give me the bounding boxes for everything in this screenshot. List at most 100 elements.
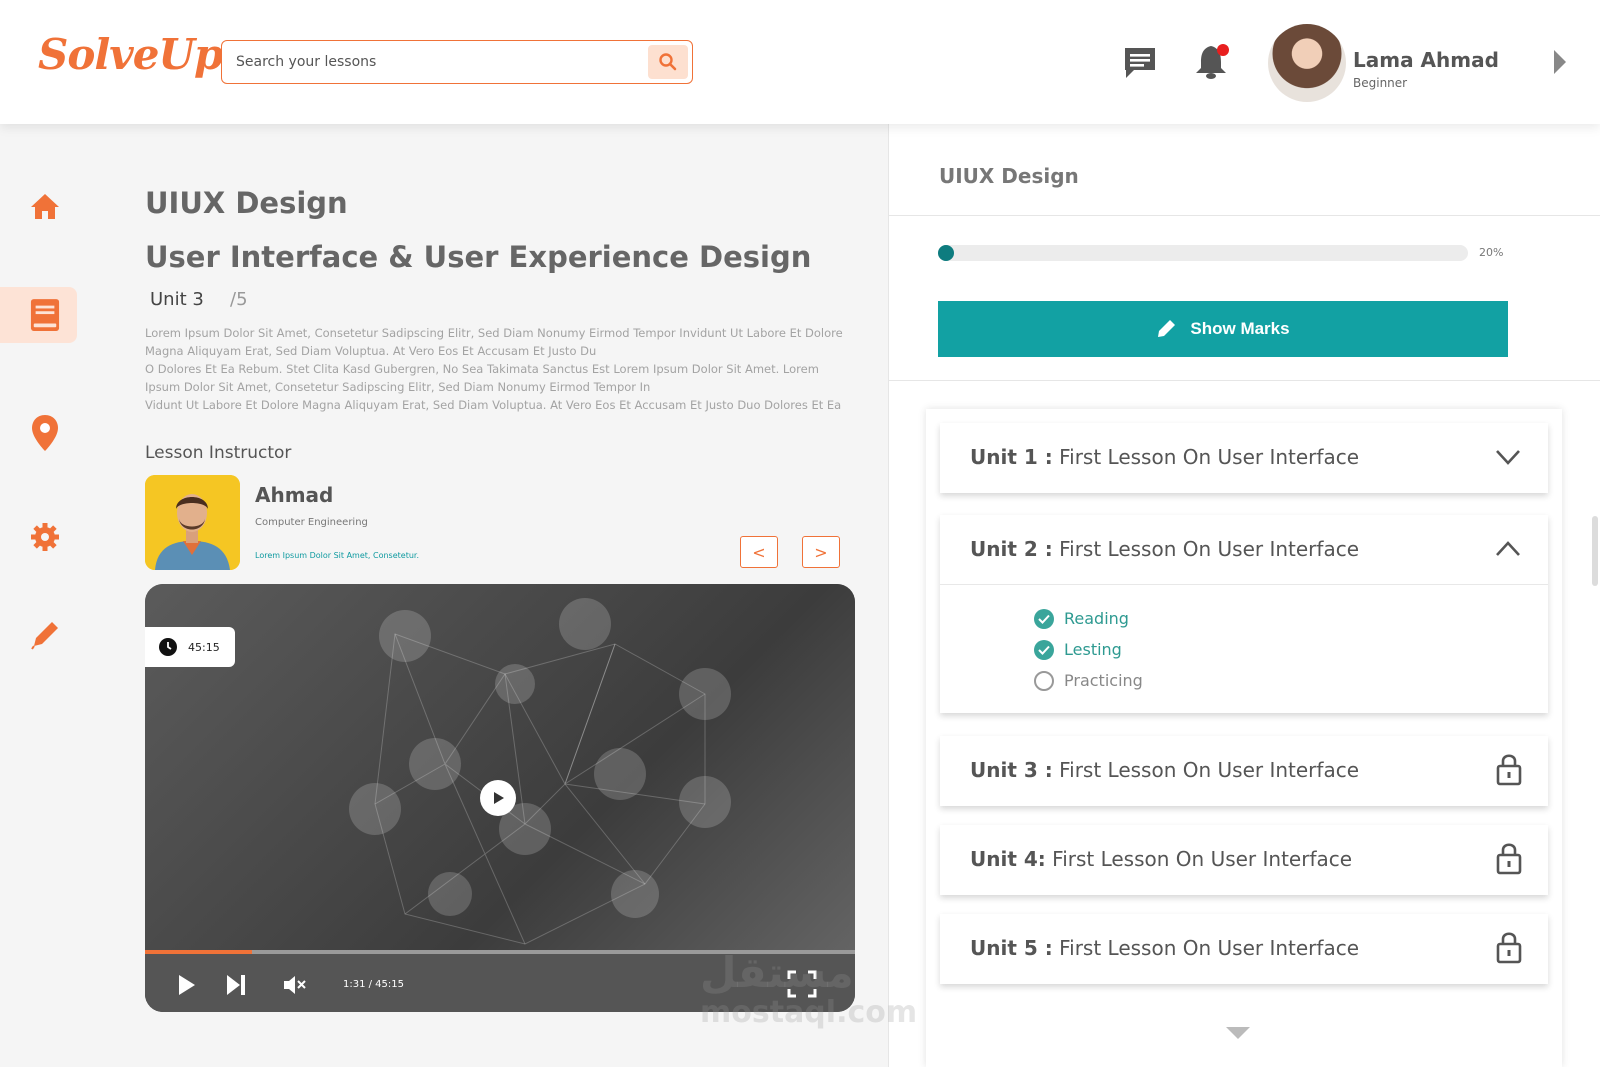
watermark-arabic: مستقل	[700, 948, 854, 997]
bell-icon[interactable]	[1193, 42, 1233, 82]
search-button[interactable]	[648, 45, 688, 79]
user-level: Beginner	[1353, 76, 1408, 90]
duration-text: 45:15	[188, 640, 220, 654]
unit-prefix: Unit 5 :	[970, 936, 1053, 960]
lock-icon	[1496, 932, 1522, 964]
location-pin-icon	[32, 415, 58, 451]
lesson-step-label: Reading	[1064, 609, 1129, 628]
course-progress-panel: UIUX Design 20% Show Marks Unit 1 : Firs…	[888, 124, 1600, 1067]
user-name: Lama Ahmad	[1353, 48, 1499, 72]
search-box	[221, 40, 693, 84]
sidebar-item-home[interactable]	[30, 191, 60, 221]
lesson-step-label: Lesting	[1064, 640, 1122, 659]
lock-icon	[1496, 843, 1522, 875]
sidebar-item-lessons[interactable]	[30, 299, 60, 331]
center-play-button[interactable]	[480, 780, 516, 816]
show-marks-label: Show Marks	[1190, 319, 1290, 338]
unit-item-locked[interactable]: Unit 3 : First Lesson On User Interface	[940, 736, 1548, 806]
progress-percent: 20%	[1479, 246, 1504, 259]
unit-prefix: Unit 3 :	[970, 758, 1053, 782]
chevron-down-icon[interactable]	[1494, 443, 1522, 471]
unit-prefix: Unit 1 :	[970, 445, 1053, 469]
course-subtitle: User Interface & User Experience Design	[145, 240, 812, 274]
instructor-name: Ahmad	[255, 483, 334, 507]
unit-item-locked[interactable]: Unit 5 : First Lesson On User Interface	[940, 914, 1548, 984]
lesson-steps: Reading Lesting Practicing	[1034, 603, 1143, 696]
duration-badge: 45:15	[145, 627, 235, 667]
course-progress-bar	[938, 245, 1468, 261]
chevron-up-icon[interactable]	[1494, 535, 1522, 563]
instructor-field: Computer Engineering	[255, 517, 368, 528]
sidebar-item-marks[interactable]	[30, 620, 60, 650]
clock-icon	[159, 638, 177, 656]
check-circle-icon	[1034, 639, 1054, 660]
panel-title: UIUX Design	[939, 164, 1079, 188]
course-description: Lorem Ipsum Dolor Sit Amet, Consetetur S…	[145, 324, 865, 414]
unit-header: Unit 3 : First Lesson On User Interface	[970, 758, 1359, 782]
chat-icon[interactable]	[1122, 45, 1158, 81]
home-icon	[31, 194, 59, 219]
play-icon	[494, 792, 504, 804]
sidebar-item-settings[interactable]	[30, 522, 60, 552]
gear-icon	[31, 523, 59, 551]
check-circle-icon	[1034, 608, 1054, 629]
unit-header: Unit 1 : First Lesson On User Interface	[970, 445, 1359, 469]
unit-title: First Lesson On User Interface	[1059, 758, 1360, 782]
description-line: Magna Aliquyam Erat, Sed Diam Voluptua. …	[145, 344, 597, 358]
unit-title: First Lesson On User Interface	[1059, 537, 1360, 561]
description-line: Vidunt Ut Labore Et Dolore Magna Aliquya…	[145, 398, 842, 412]
notification-dot	[1217, 44, 1229, 56]
divider	[889, 380, 1600, 381]
unit-total: /5	[230, 289, 248, 310]
logo[interactable]: SolveUp	[38, 30, 223, 79]
unit-prefix: Unit 2 :	[970, 537, 1053, 561]
unit-item-locked[interactable]: Unit 4: First Lesson On User Interface	[940, 825, 1548, 895]
sidebar-item-location[interactable]	[30, 415, 60, 451]
next-instructor-button[interactable]: >	[802, 536, 840, 568]
lesson-step[interactable]: Practicing	[1034, 665, 1143, 696]
unit-item-expanded[interactable]: Unit 2 : First Lesson On User Interface …	[940, 515, 1548, 713]
divider	[889, 215, 1600, 216]
instructor-label: Lesson Instructor	[145, 443, 292, 463]
show-marks-button[interactable]: Show Marks	[938, 301, 1508, 357]
top-header: SolveUp Lama Ahmad Beginner	[0, 0, 1600, 124]
description-line: Ipsum Dolor Sit Amet, Consetetur Sadipsc…	[145, 380, 651, 394]
lesson-step[interactable]: Lesting	[1034, 634, 1143, 665]
chevron-right-icon[interactable]	[1554, 50, 1566, 74]
instructor-portrait	[145, 475, 240, 570]
unit-item[interactable]: Unit 1 : First Lesson On User Interface	[940, 423, 1548, 493]
search-input[interactable]	[236, 51, 636, 73]
unit-title: First Lesson On User Interface	[1052, 847, 1353, 871]
unit-title: First Lesson On User Interface	[1059, 936, 1360, 960]
unit-header: Unit 2 : First Lesson On User Interface	[970, 537, 1359, 561]
lesson-step[interactable]: Reading	[1034, 603, 1143, 634]
pen-icon	[1158, 320, 1176, 337]
lock-icon	[1496, 754, 1522, 786]
search-icon	[659, 53, 677, 71]
instructor-note: Lorem Ipsum Dolor Sit Amet, Consetetur.	[255, 551, 419, 560]
scroll-down-icon[interactable]	[1226, 1027, 1250, 1039]
instructor-photo	[145, 475, 240, 570]
description-line: O Dolores Et Ea Rebum. Stet Clita Kasd G…	[145, 362, 819, 376]
divider	[940, 584, 1548, 585]
course-progress-fill	[938, 245, 955, 261]
unit-header: Unit 5 : First Lesson On User Interface	[970, 936, 1359, 960]
play-icon[interactable]	[177, 974, 197, 996]
description-line: Lorem Ipsum Dolor Sit Amet, Consetetur S…	[145, 326, 843, 340]
scrollbar[interactable]	[1592, 516, 1598, 586]
mute-icon[interactable]	[283, 974, 307, 996]
current-unit: Unit 3	[150, 289, 204, 310]
user-avatar[interactable]	[1268, 24, 1346, 102]
book-icon	[30, 299, 60, 331]
empty-circle-icon	[1034, 670, 1054, 691]
units-list: Unit 1 : First Lesson On User Interface …	[926, 409, 1562, 1067]
pen-icon	[31, 622, 58, 650]
prev-instructor-button[interactable]: <	[740, 536, 778, 568]
unit-header: Unit 4: First Lesson On User Interface	[970, 847, 1352, 871]
unit-title: First Lesson On User Interface	[1059, 445, 1360, 469]
video-time: 1:31 / 45:15	[343, 979, 405, 990]
watermark-latin: mostaql.com	[700, 995, 918, 1031]
lesson-step-label: Practicing	[1064, 671, 1143, 690]
unit-prefix: Unit 4:	[970, 847, 1046, 871]
skip-next-icon[interactable]	[225, 974, 247, 996]
